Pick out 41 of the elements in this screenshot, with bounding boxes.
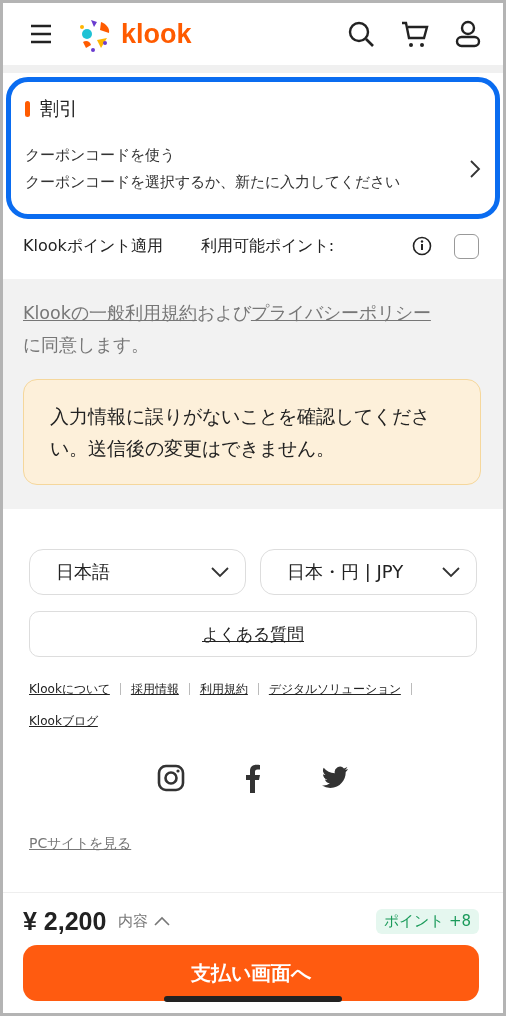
separator bbox=[188, 683, 190, 695]
total-price: ¥ 2,200 bbox=[23, 906, 107, 936]
footer-link[interactable]: デジタルソリューション bbox=[268, 679, 401, 699]
discount-card[interactable]: 割引 クーポンコードを使う クーポンコードを選択するか、新たに入力してください bbox=[6, 77, 500, 219]
section-title: 割引 bbox=[40, 96, 78, 121]
logo-text: klook bbox=[121, 18, 192, 50]
accent-bar bbox=[25, 101, 30, 117]
search-icon[interactable] bbox=[347, 20, 375, 48]
footer-link[interactable]: Klookブログ bbox=[29, 711, 98, 731]
coupon-title: クーポンコードを使う bbox=[25, 146, 176, 165]
chevron-right-icon bbox=[469, 159, 481, 179]
bird-icon[interactable] bbox=[321, 766, 349, 790]
caret-up-icon bbox=[154, 916, 171, 926]
terms-link[interactable]: Klookの一般利用規約 bbox=[23, 303, 197, 323]
notice-box: 入力情報に誤りがないことを確認してください。送信後の変更はできません。 bbox=[23, 379, 481, 485]
terms-text: Klookの一般利用規約およびプライバシーポリシー に同意します。 bbox=[23, 302, 432, 357]
pc-site-link[interactable]: PCサイトを見る bbox=[29, 835, 132, 853]
chevron-down-icon bbox=[211, 566, 229, 578]
menu-icon[interactable] bbox=[29, 23, 53, 45]
separator bbox=[119, 683, 121, 695]
points-badge: ポイント +8 bbox=[376, 908, 479, 934]
cart-icon[interactable] bbox=[401, 20, 429, 48]
points-checkbox[interactable] bbox=[454, 233, 479, 259]
info-icon[interactable] bbox=[412, 236, 432, 256]
separator bbox=[410, 683, 412, 695]
coupon-hint: クーポンコードを選択するか、新たに入力してください bbox=[25, 173, 400, 192]
points-label: Klookポイント適用 bbox=[23, 235, 163, 257]
footer-link[interactable]: 採用情報 bbox=[130, 679, 179, 699]
separator bbox=[257, 683, 259, 695]
available-points-label: 利用可能ポイント: bbox=[200, 235, 335, 257]
details-toggle[interactable]: 内容 bbox=[118, 911, 171, 931]
chevron-down-icon bbox=[442, 566, 460, 578]
instagram-icon[interactable] bbox=[157, 764, 185, 792]
faq-button[interactable]: よくある質問 bbox=[29, 611, 477, 657]
facebook-icon[interactable] bbox=[245, 763, 261, 793]
terms-link[interactable]: プライバシーポリシー bbox=[250, 303, 431, 323]
footer-link[interactable]: Klookについて bbox=[29, 679, 110, 699]
footer-link[interactable]: 利用規約 bbox=[199, 679, 248, 699]
dropdown[interactable]: 日本・円 | JPY bbox=[260, 549, 477, 595]
dropdown[interactable]: 日本語 bbox=[29, 549, 246, 595]
user-icon[interactable] bbox=[455, 20, 481, 48]
